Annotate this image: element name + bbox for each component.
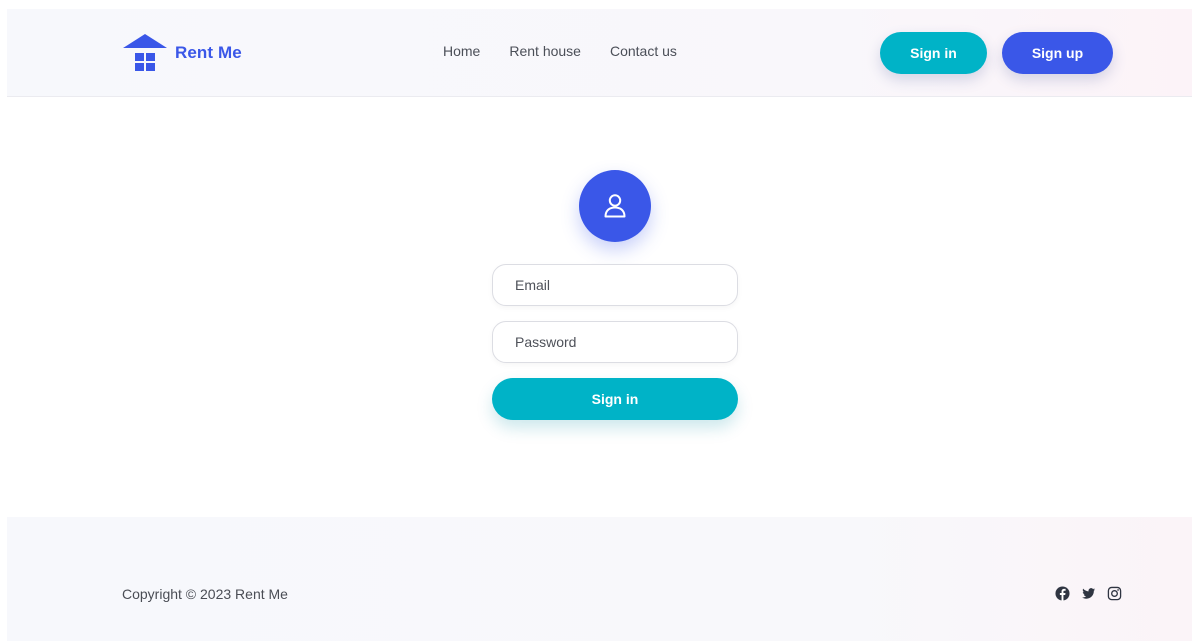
- footer: Copyright © 2023 Rent Me: [7, 517, 1192, 641]
- header-sign-in-button[interactable]: Sign in: [880, 32, 987, 74]
- copyright-text: Copyright © 2023 Rent Me: [122, 586, 288, 602]
- main-nav: Home Rent house Contact us: [443, 43, 677, 59]
- nav-item-home[interactable]: Home: [443, 43, 480, 59]
- avatar: [579, 170, 651, 242]
- header-sign-up-button[interactable]: Sign up: [1002, 32, 1113, 74]
- brand-name: Rent Me: [175, 43, 242, 62]
- house-icon: [123, 34, 167, 71]
- social-links: [1054, 585, 1123, 602]
- instagram-icon[interactable]: [1106, 585, 1123, 602]
- password-field[interactable]: [492, 321, 738, 363]
- sign-in-button[interactable]: Sign in: [492, 378, 738, 420]
- nav-item-contact-us[interactable]: Contact us: [610, 43, 677, 59]
- nav-item-rent-house[interactable]: Rent house: [509, 43, 581, 59]
- user-icon: [604, 194, 626, 218]
- top-navbar: Rent Me Home Rent house Contact us Sign …: [7, 9, 1192, 97]
- brand-logo[interactable]: Rent Me: [122, 33, 242, 73]
- email-field[interactable]: [492, 264, 738, 306]
- facebook-icon[interactable]: [1054, 585, 1071, 602]
- twitter-icon[interactable]: [1080, 585, 1097, 602]
